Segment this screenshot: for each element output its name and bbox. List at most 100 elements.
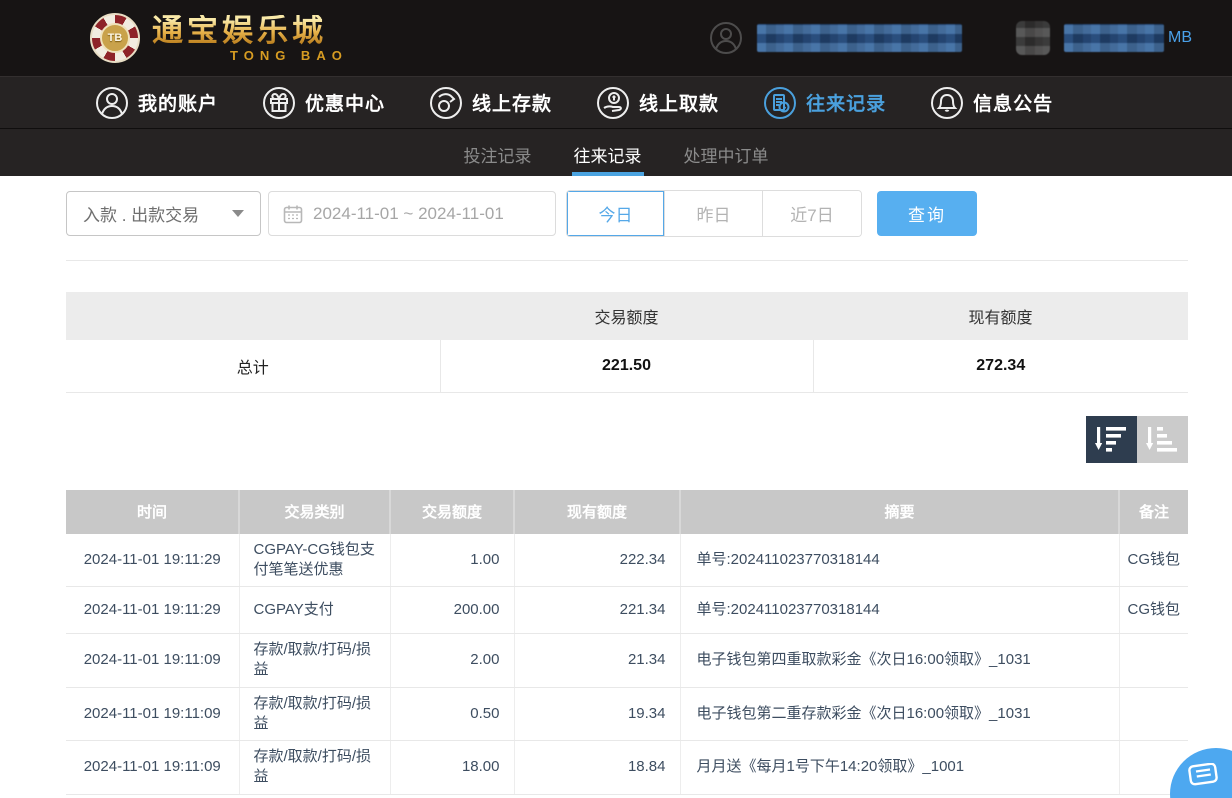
cell-type: 存款/取款/打码/损益 xyxy=(239,687,390,741)
filter-bar: 入款 . 出款交易 2024-11-01 ~ 2024-11-01 今日 昨日 … xyxy=(66,190,1188,237)
site-logo[interactable]: TB 通宝娱乐城 TONG BAO xyxy=(90,13,348,63)
cell-type: 存款/取款/打码/损益 xyxy=(239,741,390,795)
nav-label: 线上存款 xyxy=(472,89,552,116)
chevron-down-icon xyxy=(232,210,244,217)
nav-item-records[interactable]: 往来记录 xyxy=(763,86,886,120)
nav-item-announcements[interactable]: 信息公告 xyxy=(930,86,1053,120)
nav-label: 我的账户 xyxy=(138,89,218,116)
search-button[interactable]: 查询 xyxy=(877,191,977,236)
user-icon xyxy=(95,86,129,120)
cell-time: 2024-11-01 19:11:09 xyxy=(66,634,239,688)
summary-header-empty xyxy=(66,292,440,340)
sort-ascending-button[interactable] xyxy=(1137,416,1188,463)
cell-balance: 221.34 xyxy=(514,587,680,634)
sort-descending-button[interactable] xyxy=(1086,416,1137,463)
header-summary: 摘要 xyxy=(680,490,1119,534)
table-row: 2024-11-01 19:11:09 存款/取款/打码/损益 18.00 18… xyxy=(66,741,1188,795)
section-divider xyxy=(66,260,1188,261)
username-redacted xyxy=(757,24,962,52)
records-subnav: 投注记录 往来记录 处理中订单 xyxy=(0,128,1232,176)
sort-ascending-icon xyxy=(1146,424,1180,454)
user-info: MB xyxy=(709,21,1192,55)
table-row: 2024-11-01 19:11:09 存款/取款/打码/损益 0.50 19.… xyxy=(66,687,1188,741)
nav-item-promotions[interactable]: 优惠中心 xyxy=(262,86,385,120)
logo-text: 通宝娱乐城 TONG BAO xyxy=(152,15,348,62)
table-row: 2024-11-01 19:11:09 存款/取款/打码/损益 2.00 21.… xyxy=(66,634,1188,688)
sort-descending-icon xyxy=(1095,424,1129,454)
cell-type: CGPAY-CG钱包支付笔笔送优惠 xyxy=(239,534,390,587)
nav-item-my-account[interactable]: 我的账户 xyxy=(95,86,218,120)
cell-type: 存款/取款/打码/损益 xyxy=(239,634,390,688)
withdraw-icon xyxy=(596,86,630,120)
sort-controls xyxy=(0,416,1188,463)
nav-label: 线上取款 xyxy=(639,89,719,116)
summary-transaction-total: 221.50 xyxy=(440,340,813,392)
summary-current-total: 272.34 xyxy=(813,340,1188,392)
cell-balance: 19.34 xyxy=(514,687,680,741)
tab-bet-records[interactable]: 投注记录 xyxy=(464,129,532,176)
header-balance: 现有额度 xyxy=(514,490,680,534)
summary-table: 交易额度 现有额度 总计 221.50 272.34 xyxy=(66,292,1188,393)
header-note: 备注 xyxy=(1119,490,1188,534)
quick-range-group: 今日 昨日 近7日 xyxy=(566,190,862,237)
cell-amount: 1.00 xyxy=(390,534,514,587)
table-row: 2024-11-01 19:11:29 CGPAY-CG钱包支付笔笔送优惠 1.… xyxy=(66,534,1188,587)
cell-amount: 200.00 xyxy=(390,587,514,634)
nav-item-deposit[interactable]: ¥ 线上存款 xyxy=(429,86,552,120)
nav-label: 往来记录 xyxy=(806,89,886,116)
cell-summary: 电子钱包第二重存款彩金《次日16:00领取》_1031 xyxy=(680,687,1119,741)
cell-time: 2024-11-01 19:11:29 xyxy=(66,587,239,634)
select-value: 入款 . 出款交易 xyxy=(83,201,199,226)
tab-pending-orders[interactable]: 处理中订单 xyxy=(684,129,769,176)
transaction-type-select[interactable]: 入款 . 出款交易 xyxy=(66,191,261,236)
cell-balance: 222.34 xyxy=(514,534,680,587)
header-time: 时间 xyxy=(66,490,239,534)
cell-time: 2024-11-01 19:11:29 xyxy=(66,534,239,587)
cell-amount: 0.50 xyxy=(390,687,514,741)
balance-unit: MB xyxy=(1168,29,1192,47)
summary-total-label: 总计 xyxy=(66,340,440,392)
wallet-icon-redacted xyxy=(1016,21,1050,55)
bell-icon xyxy=(930,86,964,120)
cell-amount: 18.00 xyxy=(390,741,514,795)
nav-label: 优惠中心 xyxy=(305,89,385,116)
cell-note xyxy=(1119,687,1188,741)
transactions-table: 时间 交易类别 交易额度 现有额度 摘要 备注 2024-11-01 19:11… xyxy=(66,490,1188,795)
chip-monogram: TB xyxy=(100,23,130,53)
cell-time: 2024-11-01 19:11:09 xyxy=(66,687,239,741)
calendar-icon xyxy=(283,204,303,224)
summary-header-current: 现有额度 xyxy=(813,292,1188,340)
deposit-icon: ¥ xyxy=(429,86,463,120)
nav-label: 信息公告 xyxy=(973,89,1053,116)
balance-redacted xyxy=(1064,24,1164,52)
gift-icon xyxy=(262,86,296,120)
today-button[interactable]: 今日 xyxy=(567,191,665,236)
cell-summary: 单号:202411023770318144 xyxy=(680,587,1119,634)
header-type: 交易类别 xyxy=(239,490,390,534)
summary-header-row: 交易额度 现有额度 xyxy=(66,292,1188,340)
cell-note: CG钱包 xyxy=(1119,534,1188,587)
cell-note: CG钱包 xyxy=(1119,587,1188,634)
date-range-input[interactable]: 2024-11-01 ~ 2024-11-01 xyxy=(268,191,556,236)
casino-chip-icon: TB xyxy=(90,13,140,63)
tab-transaction-records[interactable]: 往来记录 xyxy=(574,129,642,176)
chat-bubble-icon xyxy=(1188,763,1218,789)
cell-amount: 2.00 xyxy=(390,634,514,688)
avatar-icon xyxy=(709,21,743,55)
cell-summary: 月月送《每月1号下午14:20领取》_1001 xyxy=(680,741,1119,795)
summary-total-row: 总计 221.50 272.34 xyxy=(66,340,1188,392)
cell-summary: 电子钱包第四重取款彩金《次日16:00领取》_1031 xyxy=(680,634,1119,688)
logo-title: 通宝娱乐城 xyxy=(152,15,348,46)
nav-item-withdraw[interactable]: 线上取款 xyxy=(596,86,719,120)
logo-subtitle: TONG BAO xyxy=(230,49,348,62)
date-range-value: 2024-11-01 ~ 2024-11-01 xyxy=(313,204,504,224)
records-icon xyxy=(763,86,797,120)
cell-balance: 21.34 xyxy=(514,634,680,688)
table-body: 2024-11-01 19:11:29 CGPAY-CG钱包支付笔笔送优惠 1.… xyxy=(66,534,1188,795)
last7days-button[interactable]: 近7日 xyxy=(763,191,861,236)
cell-balance: 18.84 xyxy=(514,741,680,795)
summary-header-transaction: 交易额度 xyxy=(440,292,813,340)
yesterday-button[interactable]: 昨日 xyxy=(665,191,763,236)
table-header-row: 时间 交易类别 交易额度 现有额度 摘要 备注 xyxy=(66,490,1188,534)
cell-note xyxy=(1119,634,1188,688)
